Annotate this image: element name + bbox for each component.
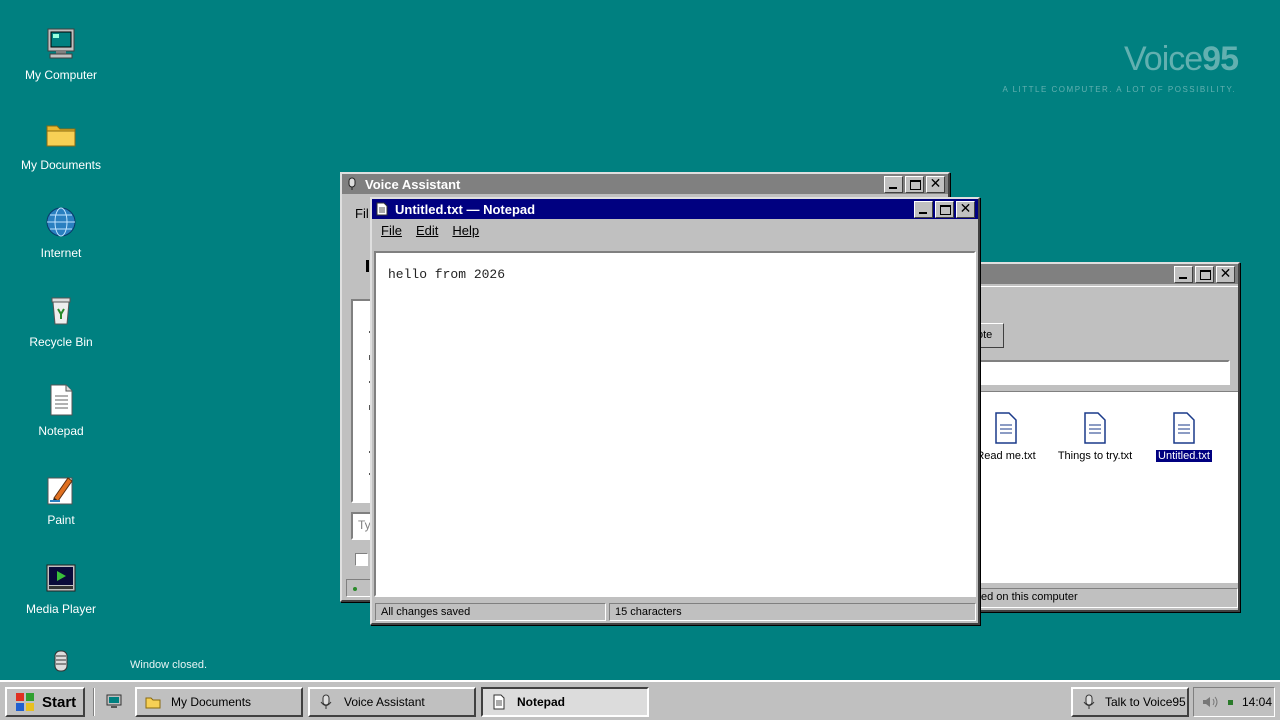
notepad-window[interactable]: Untitled.txt — Notepad ✕ File Edit Help … — [370, 197, 980, 625]
file-untitled[interactable]: Untitled.txt — [1139, 412, 1229, 463]
voice-marker — [366, 260, 369, 272]
explorer-status-bar: ed on this computer — [942, 588, 1238, 608]
taskbar-divider — [93, 688, 95, 716]
explorer-maximize-button[interactable] — [1195, 265, 1214, 283]
status-dot-icon — [353, 587, 357, 591]
voice-titlebar[interactable]: Voice Assistant ✕ — [342, 174, 948, 194]
voice-maximize-button[interactable] — [905, 175, 924, 193]
notepad-status-bar: All changes saved 15 characters — [372, 601, 978, 623]
computer-icon — [44, 27, 78, 61]
globe-icon — [44, 205, 78, 239]
explorer-minimize-button[interactable] — [1174, 265, 1193, 283]
desktop-icon-recycle-bin[interactable]: Recycle Bin — [11, 294, 111, 349]
notepad-close-button[interactable]: ✕ — [956, 200, 975, 218]
notepad-titlebar[interactable]: Untitled.txt — Notepad ✕ — [372, 199, 978, 219]
text-file-icon — [1082, 412, 1108, 444]
clock: 14:04 — [1242, 695, 1273, 709]
notepad-text-area[interactable]: hello from 2026 — [374, 251, 976, 597]
microphone-icon — [1081, 694, 1097, 710]
voice-minimize-button[interactable] — [884, 175, 903, 193]
brand-logo: Voice95 A LITTLE COMPUTER. A LOT OF POSS… — [1002, 40, 1239, 94]
text-file-icon — [1171, 412, 1197, 444]
notepad-menubar: File Edit Help — [372, 219, 978, 242]
windows-logo-icon — [15, 692, 35, 712]
taskbar-item-my-documents[interactable]: My Documents — [135, 687, 303, 717]
show-desktop-icon[interactable] — [105, 693, 123, 711]
speaker-icon[interactable] — [1202, 695, 1220, 709]
system-tray: 14:04 — [1193, 687, 1275, 717]
media-player-icon — [44, 561, 78, 595]
recycle-bin-icon — [44, 294, 78, 328]
microphone-icon — [345, 177, 359, 191]
notepad-menu-help[interactable]: Help — [445, 223, 486, 238]
explorer-titlebar[interactable]: ✕ — [942, 264, 1238, 284]
notepad-minimize-button[interactable] — [914, 200, 933, 218]
status-toast: Window closed. — [130, 659, 208, 671]
notepad-menu-edit[interactable]: Edit — [409, 223, 445, 238]
status-char-count: 15 characters — [609, 603, 976, 621]
taskbar: Start My Documents Voice Assistant Notep… — [0, 680, 1280, 720]
desktop-icon-internet[interactable]: Internet — [11, 205, 111, 260]
voice-checkbox[interactable] — [355, 553, 368, 566]
notepad-icon — [375, 202, 389, 216]
desktop-icon-microphone[interactable] — [11, 648, 111, 680]
brand-tagline: A LITTLE COMPUTER. A LOT OF POSSIBILITY. — [1002, 85, 1236, 94]
notepad-menu-file[interactable]: File — [374, 223, 409, 238]
folder-icon — [145, 694, 161, 710]
notepad-icon — [44, 383, 78, 417]
explorer-file-list: Read me.txt Things to try.txt Untitled.t… — [942, 391, 1238, 583]
taskbar-item-voice-assistant[interactable]: Voice Assistant — [308, 687, 476, 717]
notepad-content: hello from 2026 — [388, 267, 506, 282]
explorer-address-field[interactable] — [962, 360, 1230, 385]
notepad-icon — [491, 694, 507, 710]
desktop-icon-my-documents[interactable]: My Documents — [11, 117, 111, 172]
microphone-icon — [318, 694, 334, 710]
desktop-icon-paint[interactable]: Paint — [11, 472, 111, 527]
desktop-icon-notepad[interactable]: Notepad — [11, 383, 111, 438]
desktop-icon-my-computer[interactable]: My Computer — [11, 27, 111, 82]
microphone-icon — [44, 648, 78, 680]
folder-icon — [44, 117, 78, 151]
voice-menu-file[interactable]: Fil — [355, 206, 369, 221]
file-things-to-try[interactable]: Things to try.txt — [1050, 412, 1140, 462]
explorer-window[interactable]: ✕ ote Read me.txt Things to try.txt Unti… — [940, 262, 1240, 612]
talk-to-voice-button[interactable]: Talk to Voice95 — [1071, 687, 1189, 717]
status-saved: All changes saved — [375, 603, 606, 621]
brand-name: Voice95 — [1123, 40, 1239, 78]
voice-close-button[interactable]: ✕ — [926, 175, 945, 193]
start-button[interactable]: Start — [5, 687, 85, 717]
status-dot-icon — [1228, 699, 1233, 705]
explorer-close-button[interactable]: ✕ — [1216, 265, 1235, 283]
taskbar-item-notepad[interactable]: Notepad — [481, 687, 649, 717]
desktop-icon-media-player[interactable]: Media Player — [11, 561, 111, 616]
paint-icon — [44, 472, 78, 506]
notepad-maximize-button[interactable] — [935, 200, 954, 218]
text-file-icon — [993, 412, 1019, 444]
